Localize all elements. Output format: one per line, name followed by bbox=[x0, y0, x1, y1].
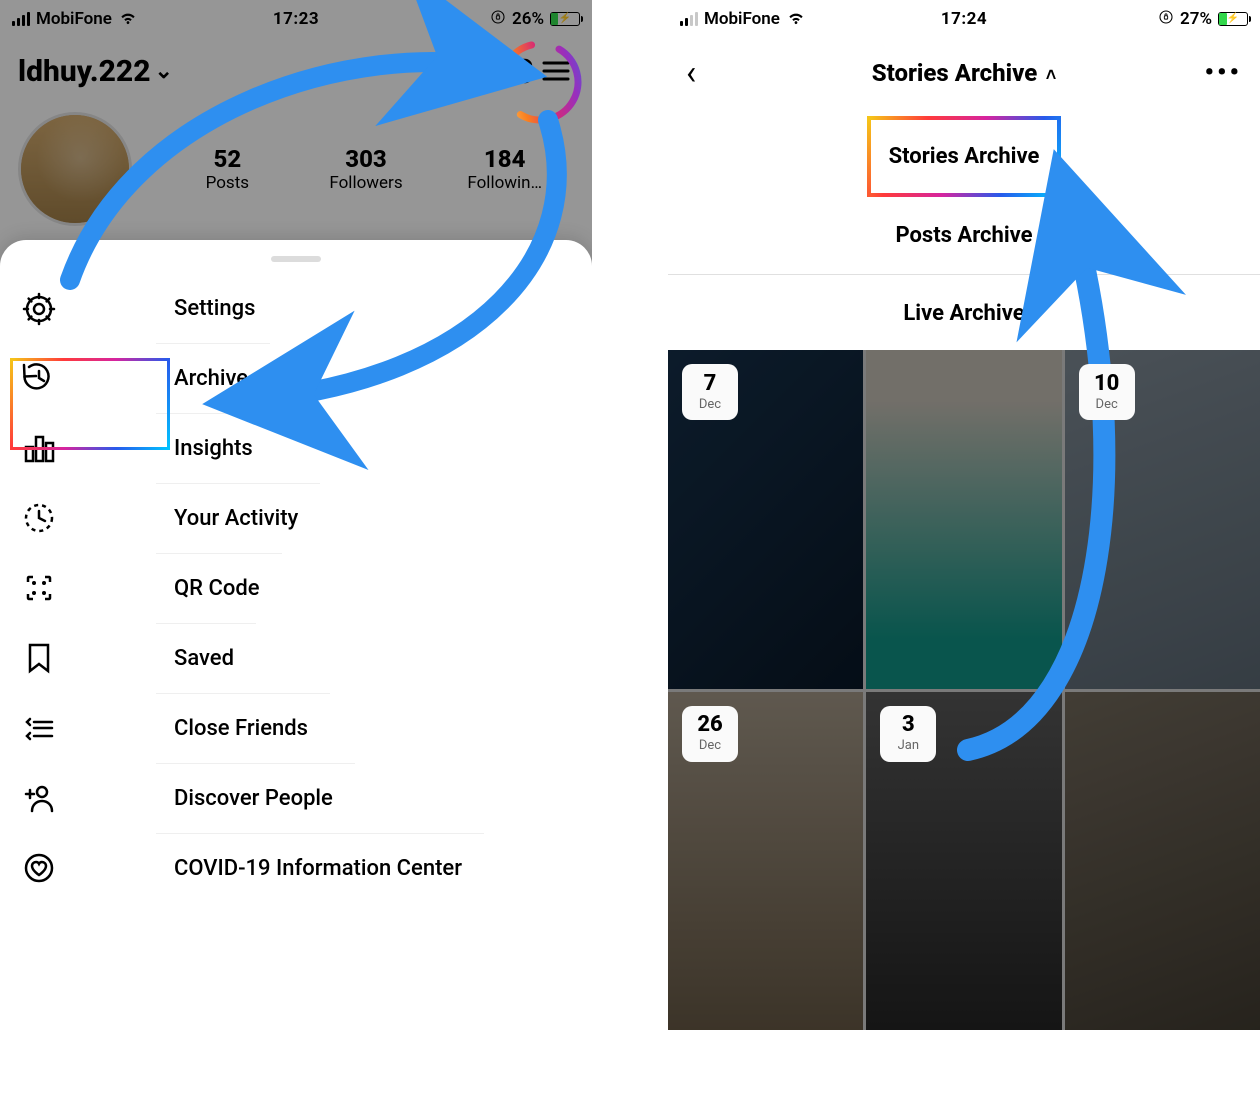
status-bar: MobiFone 17:24 27% ⚡ bbox=[668, 0, 1260, 38]
dropdown-label: Stories Archive bbox=[889, 144, 1040, 169]
archive-title-dropdown[interactable]: Stories Archive ˄ bbox=[668, 59, 1260, 87]
menu-label: COVID-19 Information Center bbox=[156, 833, 484, 903]
date-badge: 10 Dec bbox=[1079, 364, 1135, 420]
dropdown-item-live[interactable]: Live Archive bbox=[668, 275, 1260, 352]
menu-item-saved[interactable]: Saved bbox=[0, 623, 592, 693]
right-screenshot: MobiFone 17:24 27% ⚡ ‹ Stories Archive ˄ bbox=[668, 0, 1260, 1030]
date-badge: 7 Dec bbox=[682, 364, 738, 420]
clock: 17:24 bbox=[668, 9, 1260, 29]
heart-circle-icon bbox=[0, 851, 78, 885]
dropdown-label: Live Archive bbox=[903, 301, 1024, 326]
dropdown-label: Posts Archive bbox=[895, 223, 1032, 248]
menu-label: QR Code bbox=[156, 553, 282, 623]
menu-item-qr[interactable]: QR Code bbox=[0, 553, 592, 623]
menu-label: Your Activity bbox=[156, 483, 320, 553]
bookmark-icon bbox=[0, 641, 78, 675]
annotation-highlight-archive bbox=[10, 358, 170, 450]
menu-label: Close Friends bbox=[156, 693, 330, 763]
dropdown-item-stories[interactable]: Stories Archive bbox=[867, 116, 1062, 197]
menu-item-discover[interactable]: Discover People bbox=[0, 763, 592, 833]
menu-item-close-friends[interactable]: Close Friends bbox=[0, 693, 592, 763]
annotation-ring bbox=[494, 36, 586, 128]
archive-dropdown: Stories Archive Posts Archive Live Archi… bbox=[668, 108, 1260, 352]
discover-people-icon bbox=[0, 781, 78, 815]
page-title: Stories Archive bbox=[872, 59, 1038, 87]
dropdown-item-posts[interactable]: Posts Archive bbox=[668, 197, 1260, 275]
story-grid: 7 Dec 10 Dec 26 Dec 3 Jan bbox=[668, 350, 1260, 1030]
left-screenshot: MobiFone 17:23 26% ⚡ bbox=[0, 0, 592, 1030]
date-badge: 26 Dec bbox=[682, 706, 738, 762]
menu-item-settings[interactable]: Settings bbox=[0, 274, 592, 343]
battery-icon: ⚡ bbox=[1218, 12, 1248, 26]
chevron-up-icon: ˄ bbox=[1041, 65, 1056, 86]
menu-item-activity[interactable]: Your Activity bbox=[0, 483, 592, 553]
sheet-grabber[interactable] bbox=[271, 256, 321, 262]
qr-icon bbox=[0, 571, 78, 605]
menu-label: Insights bbox=[156, 413, 275, 483]
date-badge: 3 Jan bbox=[880, 706, 936, 762]
gear-icon bbox=[0, 292, 78, 326]
options-sheet: Settings Archive Insights Your Activity bbox=[0, 240, 592, 1030]
menu-label: Discover People bbox=[156, 763, 355, 833]
menu-item-covid[interactable]: COVID-19 Information Center bbox=[0, 833, 592, 903]
close-friends-icon bbox=[0, 711, 78, 745]
activity-icon bbox=[0, 501, 78, 535]
menu-label: Saved bbox=[156, 623, 256, 693]
menu-label: Settings bbox=[156, 274, 277, 343]
menu-label: Archive bbox=[156, 343, 270, 413]
